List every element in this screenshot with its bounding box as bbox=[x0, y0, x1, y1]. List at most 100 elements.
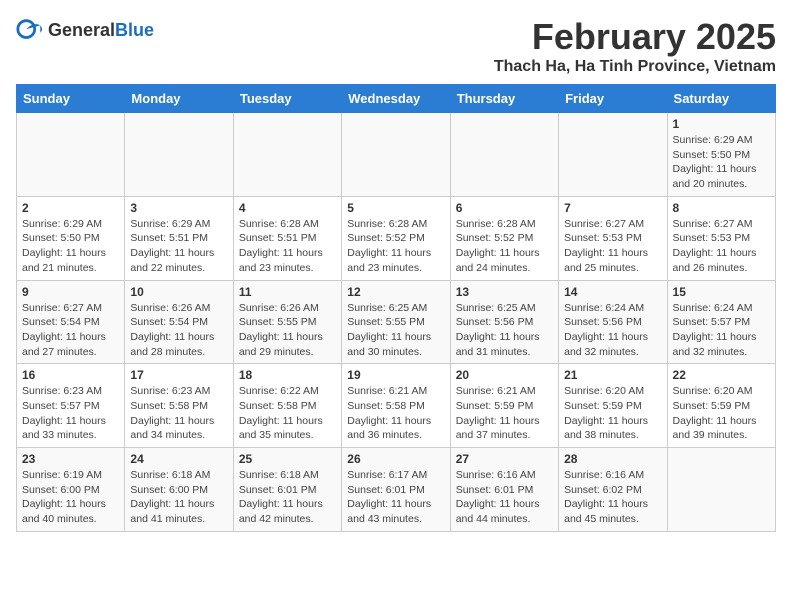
day-number: 16 bbox=[22, 368, 119, 382]
calendar-cell bbox=[667, 448, 775, 532]
day-number: 4 bbox=[239, 201, 336, 215]
calendar-cell: 6Sunrise: 6:28 AM Sunset: 5:52 PM Daylig… bbox=[450, 196, 558, 280]
day-info: Sunrise: 6:24 AM Sunset: 5:57 PM Dayligh… bbox=[673, 301, 770, 360]
day-number: 19 bbox=[347, 368, 444, 382]
day-of-week-monday: Monday bbox=[125, 85, 233, 113]
calendar-cell bbox=[450, 113, 558, 197]
day-number: 21 bbox=[564, 368, 661, 382]
calendar-cell: 8Sunrise: 6:27 AM Sunset: 5:53 PM Daylig… bbox=[667, 196, 775, 280]
day-info: Sunrise: 6:25 AM Sunset: 5:55 PM Dayligh… bbox=[347, 301, 444, 360]
calendar-week-1: 2 Sunrise: 6:29 AM Sunset: 5:50 PM Daylig… bbox=[17, 196, 776, 280]
main-title: February 2025 bbox=[494, 16, 776, 58]
calendar-cell: 19 Sunrise: 6:21 AM Sunset: 5:58 PM Dayli… bbox=[342, 364, 450, 448]
logo-general-text: General bbox=[48, 20, 115, 40]
day-info: Sunrise: 6:28 AM Sunset: 5:52 PM Dayligh… bbox=[456, 217, 553, 276]
logo-blue-text: Blue bbox=[115, 20, 154, 40]
calendar-cell: 20 Sunrise: 6:21 AM Sunset: 5:59 PM Dayli… bbox=[450, 364, 558, 448]
calendar-cell: 22Sunrise: 6:20 AM Sunset: 5:59 PM Dayli… bbox=[667, 364, 775, 448]
day-info: Sunrise: 6:23 AM Sunset: 5:57 PM Dayligh… bbox=[22, 384, 119, 443]
day-number: 2 bbox=[22, 201, 119, 215]
day-number: 28 bbox=[564, 452, 661, 466]
day-number: 26 bbox=[347, 452, 444, 466]
calendar-cell bbox=[233, 113, 341, 197]
day-info: Sunrise: 6:29 AM Sunset: 5:50 PM Dayligh… bbox=[22, 217, 119, 276]
day-number: 12 bbox=[347, 285, 444, 299]
day-info: Sunrise: 6:24 AM Sunset: 5:56 PM Dayligh… bbox=[564, 301, 661, 360]
day-info: Sunrise: 6:16 AM Sunset: 6:01 PM Dayligh… bbox=[456, 468, 553, 527]
day-info: Sunrise: 6:28 AM Sunset: 5:52 PM Dayligh… bbox=[347, 217, 444, 276]
day-info: Sunrise: 6:21 AM Sunset: 5:59 PM Dayligh… bbox=[456, 384, 553, 443]
day-number: 1 bbox=[673, 117, 770, 131]
calendar-cell: 27 Sunrise: 6:16 AM Sunset: 6:01 PM Dayli… bbox=[450, 448, 558, 532]
day-info: Sunrise: 6:29 AM Sunset: 5:51 PM Dayligh… bbox=[130, 217, 227, 276]
day-info: Sunrise: 6:26 AM Sunset: 5:54 PM Dayligh… bbox=[130, 301, 227, 360]
calendar-cell: 10 Sunrise: 6:26 AM Sunset: 5:54 PM Dayli… bbox=[125, 280, 233, 364]
calendar-cell: 9Sunrise: 6:27 AM Sunset: 5:54 PM Daylig… bbox=[17, 280, 125, 364]
day-of-week-sunday: Sunday bbox=[17, 85, 125, 113]
calendar-table: SundayMondayTuesdayWednesdayThursdayFrid… bbox=[16, 84, 776, 532]
day-of-week-friday: Friday bbox=[559, 85, 667, 113]
day-of-week-tuesday: Tuesday bbox=[233, 85, 341, 113]
day-info: Sunrise: 6:18 AM Sunset: 6:01 PM Dayligh… bbox=[239, 468, 336, 527]
day-number: 5 bbox=[347, 201, 444, 215]
day-info: Sunrise: 6:23 AM Sunset: 5:58 PM Dayligh… bbox=[130, 384, 227, 443]
day-number: 7 bbox=[564, 201, 661, 215]
calendar-cell: 5 Sunrise: 6:28 AM Sunset: 5:52 PM Daylig… bbox=[342, 196, 450, 280]
calendar-cell bbox=[125, 113, 233, 197]
calendar-cell: 24 Sunrise: 6:18 AM Sunset: 6:00 PM Dayli… bbox=[125, 448, 233, 532]
calendar-cell: 7Sunrise: 6:27 AM Sunset: 5:53 PM Daylig… bbox=[559, 196, 667, 280]
day-number: 22 bbox=[673, 368, 770, 382]
day-info: Sunrise: 6:29 AM Sunset: 5:50 PM Dayligh… bbox=[673, 133, 770, 192]
day-number: 13 bbox=[456, 285, 553, 299]
day-number: 11 bbox=[239, 285, 336, 299]
logo: GeneralBlue bbox=[16, 16, 154, 44]
calendar-cell: 23 Sunrise: 6:19 AM Sunset: 6:00 PM Dayli… bbox=[17, 448, 125, 532]
calendar-cell: 1 Sunrise: 6:29 AM Sunset: 5:50 PM Daylig… bbox=[667, 113, 775, 197]
calendar-cell: 11 Sunrise: 6:26 AM Sunset: 5:55 PM Dayli… bbox=[233, 280, 341, 364]
day-of-week-thursday: Thursday bbox=[450, 85, 558, 113]
day-number: 25 bbox=[239, 452, 336, 466]
day-info: Sunrise: 6:21 AM Sunset: 5:58 PM Dayligh… bbox=[347, 384, 444, 443]
calendar-week-4: 23 Sunrise: 6:19 AM Sunset: 6:00 PM Dayli… bbox=[17, 448, 776, 532]
day-info: Sunrise: 6:26 AM Sunset: 5:55 PM Dayligh… bbox=[239, 301, 336, 360]
calendar-cell: 14 Sunrise: 6:24 AM Sunset: 5:56 PM Dayli… bbox=[559, 280, 667, 364]
day-number: 23 bbox=[22, 452, 119, 466]
day-number: 18 bbox=[239, 368, 336, 382]
calendar-cell: 16 Sunrise: 6:23 AM Sunset: 5:57 PM Dayli… bbox=[17, 364, 125, 448]
day-number: 3 bbox=[130, 201, 227, 215]
title-area: February 2025 Thach Ha, Ha Tinh Province… bbox=[494, 16, 776, 76]
day-info: Sunrise: 6:17 AM Sunset: 6:01 PM Dayligh… bbox=[347, 468, 444, 527]
calendar-cell: 2 Sunrise: 6:29 AM Sunset: 5:50 PM Daylig… bbox=[17, 196, 125, 280]
calendar-header-row: SundayMondayTuesdayWednesdayThursdayFrid… bbox=[17, 85, 776, 113]
day-number: 20 bbox=[456, 368, 553, 382]
calendar-cell: 25 Sunrise: 6:18 AM Sunset: 6:01 PM Dayli… bbox=[233, 448, 341, 532]
calendar-cell: 4Sunrise: 6:28 AM Sunset: 5:51 PM Daylig… bbox=[233, 196, 341, 280]
calendar-cell: 13 Sunrise: 6:25 AM Sunset: 5:56 PM Dayli… bbox=[450, 280, 558, 364]
day-number: 27 bbox=[456, 452, 553, 466]
day-of-week-saturday: Saturday bbox=[667, 85, 775, 113]
day-number: 8 bbox=[673, 201, 770, 215]
day-number: 24 bbox=[130, 452, 227, 466]
calendar-cell: 15Sunrise: 6:24 AM Sunset: 5:57 PM Dayli… bbox=[667, 280, 775, 364]
calendar-cell bbox=[342, 113, 450, 197]
day-number: 9 bbox=[22, 285, 119, 299]
logo-icon bbox=[16, 16, 44, 44]
day-info: Sunrise: 6:19 AM Sunset: 6:00 PM Dayligh… bbox=[22, 468, 119, 527]
calendar-cell bbox=[559, 113, 667, 197]
day-info: Sunrise: 6:25 AM Sunset: 5:56 PM Dayligh… bbox=[456, 301, 553, 360]
day-info: Sunrise: 6:18 AM Sunset: 6:00 PM Dayligh… bbox=[130, 468, 227, 527]
day-info: Sunrise: 6:20 AM Sunset: 5:59 PM Dayligh… bbox=[564, 384, 661, 443]
calendar-week-2: 9Sunrise: 6:27 AM Sunset: 5:54 PM Daylig… bbox=[17, 280, 776, 364]
calendar-cell: 28 Sunrise: 6:16 AM Sunset: 6:02 PM Dayli… bbox=[559, 448, 667, 532]
day-info: Sunrise: 6:16 AM Sunset: 6:02 PM Dayligh… bbox=[564, 468, 661, 527]
day-number: 17 bbox=[130, 368, 227, 382]
day-number: 10 bbox=[130, 285, 227, 299]
calendar-week-0: 1 Sunrise: 6:29 AM Sunset: 5:50 PM Daylig… bbox=[17, 113, 776, 197]
calendar-cell bbox=[17, 113, 125, 197]
calendar-cell: 18 Sunrise: 6:22 AM Sunset: 5:58 PM Dayli… bbox=[233, 364, 341, 448]
day-info: Sunrise: 6:22 AM Sunset: 5:58 PM Dayligh… bbox=[239, 384, 336, 443]
day-of-week-wednesday: Wednesday bbox=[342, 85, 450, 113]
day-number: 14 bbox=[564, 285, 661, 299]
calendar-cell: 17 Sunrise: 6:23 AM Sunset: 5:58 PM Dayli… bbox=[125, 364, 233, 448]
calendar-cell: 21 Sunrise: 6:20 AM Sunset: 5:59 PM Dayli… bbox=[559, 364, 667, 448]
